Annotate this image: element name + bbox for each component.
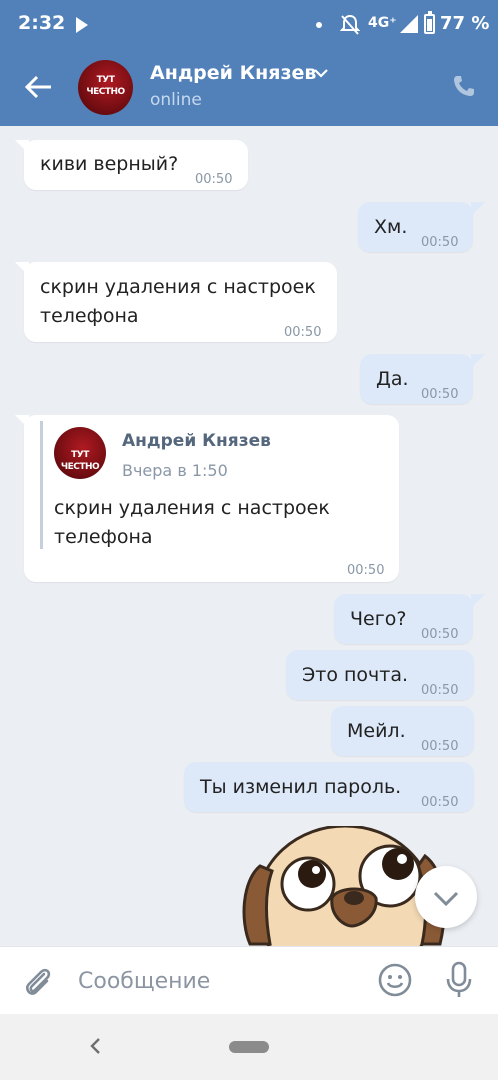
message-outgoing[interactable]: Ты изменил пароль. 00:50 <box>184 762 474 812</box>
forwarded-date: Вчера в 1:50 <box>122 461 228 480</box>
message-text: Да. <box>376 368 409 390</box>
message-composer <box>0 946 498 1014</box>
battery-percent: 77 % <box>440 13 490 34</box>
message-text-line2: телефона <box>40 305 139 327</box>
message-outgoing[interactable]: Мейл. 00:50 <box>331 706 474 756</box>
message-time: 00:50 <box>347 563 385 578</box>
message-text: киви верный? <box>40 153 179 175</box>
message-text-line1: скрин удаления с настроек <box>40 276 316 298</box>
mic-icon[interactable] <box>444 961 474 999</box>
message-time: 00:50 <box>421 739 459 754</box>
emoji-icon[interactable] <box>378 963 412 997</box>
message-time: 00:50 <box>421 795 459 810</box>
contact-avatar[interactable]: ТУТ ЧЕСТНО <box>78 60 133 115</box>
message-outgoing[interactable]: Хм. 00:50 <box>358 202 485 252</box>
message-forwarded[interactable]: ТУТ ЧЕСТНО Андрей Князев Вчера в 1:50 ск… <box>15 415 399 582</box>
play-icon <box>76 17 88 33</box>
message-time: 00:50 <box>195 172 233 187</box>
nav-back-icon[interactable] <box>88 1036 102 1056</box>
forward-bar <box>40 421 43 549</box>
forwarded-author[interactable]: Андрей Князев <box>122 427 271 455</box>
scroll-down-button[interactable] <box>415 866 477 928</box>
message-time: 00:50 <box>421 627 459 642</box>
message-text: Хм. <box>374 216 408 238</box>
message-time: 00:50 <box>421 683 459 698</box>
message-time: 00:50 <box>421 235 459 250</box>
avatar-text-line1: ТУТ <box>96 75 115 85</box>
phone-icon[interactable] <box>452 74 476 98</box>
message-outgoing[interactable]: Это почта. 00:50 <box>286 650 474 700</box>
message-text: Ты изменил пароль. <box>200 776 402 798</box>
message-time: 00:50 <box>284 325 322 340</box>
message-incoming[interactable]: киви верный? 00:50 <box>15 140 248 190</box>
avatar-text-line2: ЧЕСТНО <box>60 462 100 472</box>
message-input[interactable] <box>78 961 358 1001</box>
attach-icon[interactable] <box>22 965 54 999</box>
message-time: 00:50 <box>421 387 459 402</box>
back-arrow-icon[interactable] <box>24 72 54 102</box>
signal-icon <box>400 15 418 33</box>
notifications-off-icon <box>340 14 360 35</box>
forwarded-avatar[interactable]: ТУТ ЧЕСТНО <box>54 427 106 479</box>
message-text: Мейл. <box>347 720 406 742</box>
status-bar: 2:32 4G⁺ 77 % <box>0 0 498 50</box>
system-nav-bar <box>0 1014 498 1080</box>
message-text: Чего? <box>350 608 407 630</box>
contact-status: online <box>150 90 202 110</box>
forwarded-text-line2: телефона <box>54 526 153 548</box>
avatar-text-line2: ЧЕСТНО <box>86 87 125 97</box>
status-time: 2:32 <box>18 12 66 34</box>
chat-header: ТУТ ЧЕСТНО Андрей Князев online <box>0 50 498 126</box>
scroll-down-icon <box>433 891 459 907</box>
message-outgoing[interactable]: Да. 00:50 <box>360 354 485 404</box>
nav-home-pill[interactable] <box>229 1041 269 1053</box>
contact-name[interactable]: Андрей Князев <box>150 62 316 84</box>
battery-icon <box>424 11 435 34</box>
forwarded-text-line1: скрин удаления с настроек <box>54 497 330 519</box>
chevron-down-icon[interactable] <box>314 68 328 78</box>
network-label: 4G⁺ <box>368 15 397 31</box>
message-outgoing[interactable]: Чего? 00:50 <box>334 594 485 644</box>
notification-dot-icon <box>316 22 322 28</box>
message-incoming[interactable]: скрин удаления с настроек телефона 00:50 <box>15 262 337 342</box>
message-text: Это почта. <box>302 664 409 686</box>
